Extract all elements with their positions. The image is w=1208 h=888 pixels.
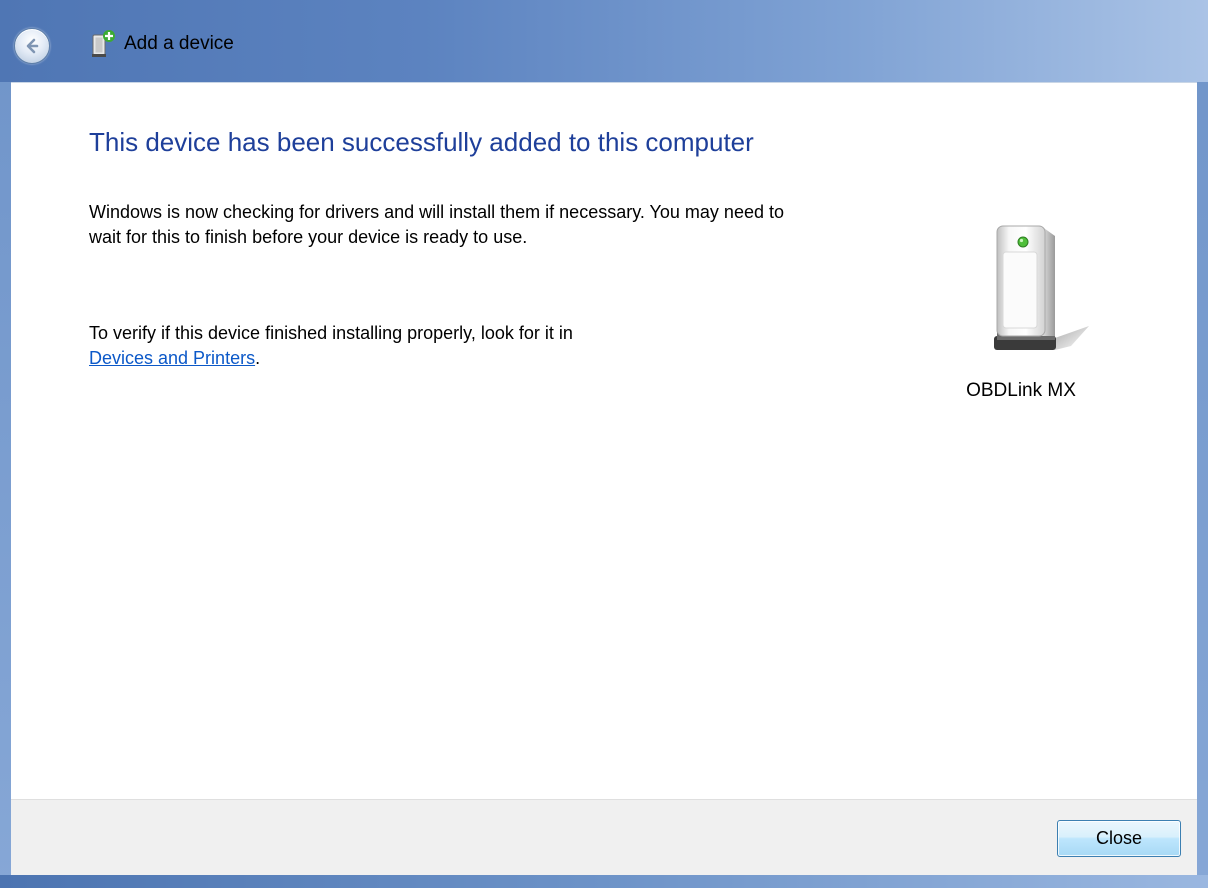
page-heading: This device has been successfully added … (89, 127, 754, 157)
button-bar: Close (11, 799, 1197, 876)
verify-info-prefix: To verify if this device finished instal… (89, 323, 573, 343)
back-button[interactable] (14, 28, 50, 64)
content-area: This device has been successfully added … (11, 82, 1197, 800)
close-button[interactable]: Close (1057, 820, 1181, 857)
verify-info-text: To verify if this device finished instal… (89, 321, 809, 371)
devices-and-printers-link[interactable]: Devices and Printers (89, 348, 255, 368)
verify-info-suffix: . (255, 348, 261, 368)
add-device-window: Add a device This device has been succes… (0, 0, 1208, 888)
device-tower-icon (994, 225, 1089, 350)
back-arrow-icon (26, 38, 39, 54)
driver-info-text: Windows is now checking for drivers and … (89, 202, 784, 247)
device-name: OBDLink MX (966, 380, 1076, 401)
title-bar: Add a device (0, 0, 1208, 82)
window-frame-bottom (0, 875, 1208, 888)
device-tile: OBDLink MX (951, 218, 1091, 402)
add-device-icon (92, 30, 115, 57)
window-title: Add a device (124, 33, 234, 54)
